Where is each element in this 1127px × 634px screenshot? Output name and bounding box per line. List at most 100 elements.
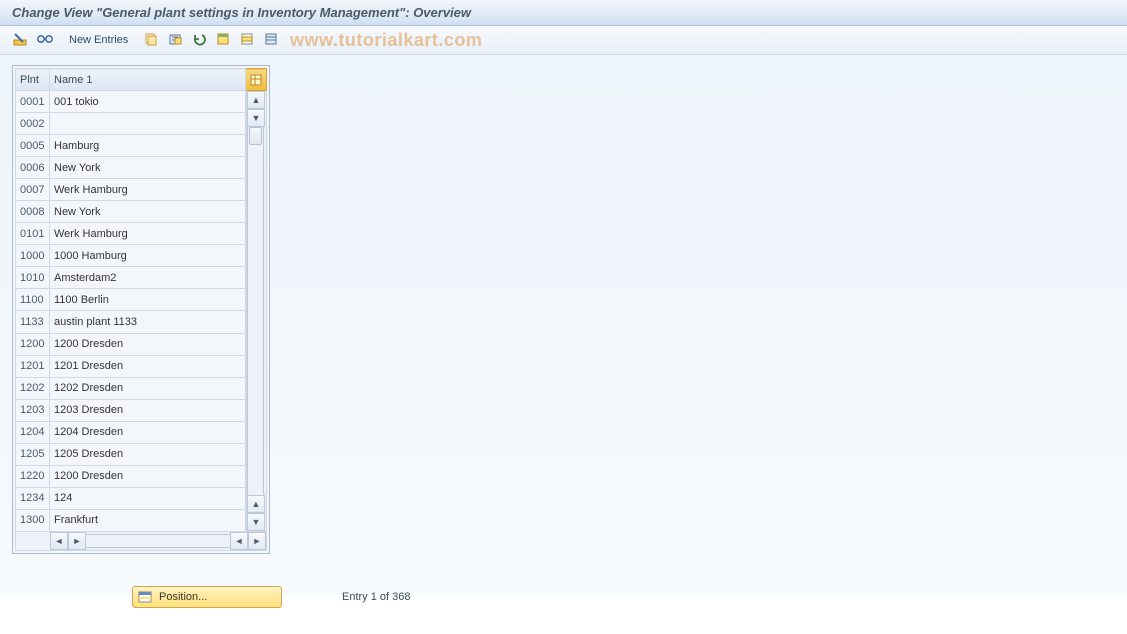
table-row[interactable]: 0005Hamburg (16, 135, 267, 157)
cell-name[interactable]: 1100 Berlin (50, 289, 246, 311)
col-header-plnt[interactable]: Plnt (16, 69, 50, 91)
table-row[interactable]: 12001200 Dresden (16, 333, 267, 355)
scroll-left-button[interactable]: ◄ (50, 532, 68, 550)
cell-plnt[interactable]: 1201 (16, 355, 50, 377)
entry-counter: Entry 1 of 368 (342, 591, 411, 603)
cell-plnt[interactable]: 0001 (16, 91, 50, 113)
cell-name[interactable]: Amsterdam2 (50, 267, 246, 289)
vscroll-track[interactable] (247, 127, 264, 495)
cell-plnt[interactable]: 1000 (16, 245, 50, 267)
cell-name[interactable]: Hamburg (50, 135, 246, 157)
table-row[interactable]: 0007Werk Hamburg (16, 179, 267, 201)
scroll-right-button[interactable]: ► (248, 532, 266, 550)
cell-name[interactable]: Frankfurt (50, 509, 246, 531)
scroll-up-end-button[interactable]: ▲ (247, 495, 265, 513)
col-header-name1[interactable]: Name 1 (50, 69, 246, 91)
cell-name[interactable] (50, 113, 246, 135)
cell-plnt[interactable]: 1203 (16, 399, 50, 421)
cell-plnt[interactable]: 0008 (16, 201, 50, 223)
glasses-icon (37, 33, 53, 48)
scroll-down-step-button[interactable]: ▼ (247, 109, 265, 127)
copy-button[interactable] (141, 30, 161, 50)
table-row[interactable]: 10001000 Hamburg (16, 245, 267, 267)
vscroll-thumb[interactable] (249, 127, 262, 145)
delete-icon (168, 32, 182, 49)
toggle-detail-button[interactable] (10, 30, 30, 50)
cell-plnt[interactable]: 1300 (16, 509, 50, 531)
cell-name[interactable]: 124 (50, 487, 246, 509)
table-row[interactable]: 0101Werk Hamburg (16, 223, 267, 245)
scroll-up-button[interactable]: ▲ (247, 91, 265, 109)
cell-plnt[interactable]: 1200 (16, 333, 50, 355)
horizontal-scrollbar[interactable]: ◄ ► ◄ ► (16, 532, 266, 550)
table-row[interactable]: 12031203 Dresden (16, 399, 267, 421)
undo-button[interactable] (189, 30, 209, 50)
cell-name[interactable]: New York (50, 157, 246, 179)
footer-bar: Position... Entry 1 of 368 (0, 580, 1127, 614)
cell-plnt[interactable]: 0006 (16, 157, 50, 179)
cell-name[interactable]: 001 tokio (50, 91, 246, 113)
position-button[interactable]: Position... (132, 586, 282, 608)
table-row[interactable]: 11001100 Berlin (16, 289, 267, 311)
scroll-left-end-button[interactable]: ◄ (230, 532, 248, 550)
position-icon (137, 589, 153, 605)
table-row[interactable]: 12011201 Dresden (16, 355, 267, 377)
cell-name[interactable]: 1204 Dresden (50, 421, 246, 443)
cell-plnt[interactable]: 0002 (16, 113, 50, 135)
cell-plnt[interactable]: 1205 (16, 443, 50, 465)
hscroll-track[interactable] (86, 534, 230, 548)
table-row[interactable]: 1010Amsterdam2 (16, 267, 267, 289)
table-row[interactable]: 0001001 tokio▲▼▲▼ (16, 91, 267, 113)
cell-name[interactable]: 1200 Dresden (50, 465, 246, 487)
cell-name[interactable]: Werk Hamburg (50, 223, 246, 245)
cell-plnt[interactable]: 1204 (16, 421, 50, 443)
cell-plnt[interactable]: 0007 (16, 179, 50, 201)
deselect-icon (264, 32, 278, 49)
table-row[interactable]: 0006New York (16, 157, 267, 179)
find-button[interactable] (34, 30, 56, 50)
delete-button[interactable] (165, 30, 185, 50)
position-button-label: Position... (159, 591, 207, 603)
cell-plnt[interactable]: 1133 (16, 311, 50, 333)
cell-plnt[interactable]: 1234 (16, 487, 50, 509)
table-row[interactable]: 12051205 Dresden (16, 443, 267, 465)
cell-name[interactable]: austin plant 1133 (50, 311, 246, 333)
table-row[interactable]: 0002 (16, 113, 267, 135)
cell-name[interactable]: 1202 Dresden (50, 377, 246, 399)
select-block-icon (240, 32, 254, 49)
plant-table[interactable]: Plnt Name 1 0001001 tokio▲▼▲▼00020005Ham… (15, 68, 267, 551)
new-entries-label: New Entries (69, 34, 128, 46)
cell-name[interactable]: 1203 Dresden (50, 399, 246, 421)
configure-columns-button[interactable] (246, 69, 267, 91)
cell-plnt[interactable]: 1100 (16, 289, 50, 311)
table-row[interactable]: 1133austin plant 1133 (16, 311, 267, 333)
cell-name[interactable]: 1000 Hamburg (50, 245, 246, 267)
toolbar: New Entries www.tutorialkart.com (0, 26, 1127, 55)
cell-plnt[interactable]: 1202 (16, 377, 50, 399)
table-row[interactable]: 12201200 Dresden (16, 465, 267, 487)
cell-name[interactable]: Werk Hamburg (50, 179, 246, 201)
pencil-ruler-icon (13, 32, 27, 49)
new-entries-button[interactable]: New Entries (60, 30, 137, 50)
scroll-right-step-button[interactable]: ► (68, 532, 86, 550)
cell-plnt[interactable]: 0101 (16, 223, 50, 245)
select-all-button[interactable] (213, 30, 233, 50)
cell-plnt[interactable]: 0005 (16, 135, 50, 157)
table-row[interactable]: 12021202 Dresden (16, 377, 267, 399)
table-row[interactable]: 12041204 Dresden (16, 421, 267, 443)
plant-grid: Plnt Name 1 0001001 tokio▲▼▲▼00020005Ham… (12, 65, 270, 554)
scroll-down-button[interactable]: ▼ (247, 513, 265, 531)
table-row[interactable]: 0008New York (16, 201, 267, 223)
cell-plnt[interactable]: 1010 (16, 267, 50, 289)
table-row[interactable]: 1234124 (16, 487, 267, 509)
table-row[interactable]: 1300Frankfurt (16, 509, 267, 531)
cell-name[interactable]: 1201 Dresden (50, 355, 246, 377)
cell-plnt[interactable]: 1220 (16, 465, 50, 487)
deselect-all-button[interactable] (261, 30, 281, 50)
select-block-button[interactable] (237, 30, 257, 50)
vertical-scrollbar[interactable]: ▲▼▲▼ (246, 91, 264, 531)
cell-name[interactable]: 1200 Dresden (50, 333, 246, 355)
watermark-text: www.tutorialkart.com (290, 30, 482, 51)
cell-name[interactable]: 1205 Dresden (50, 443, 246, 465)
cell-name[interactable]: New York (50, 201, 246, 223)
